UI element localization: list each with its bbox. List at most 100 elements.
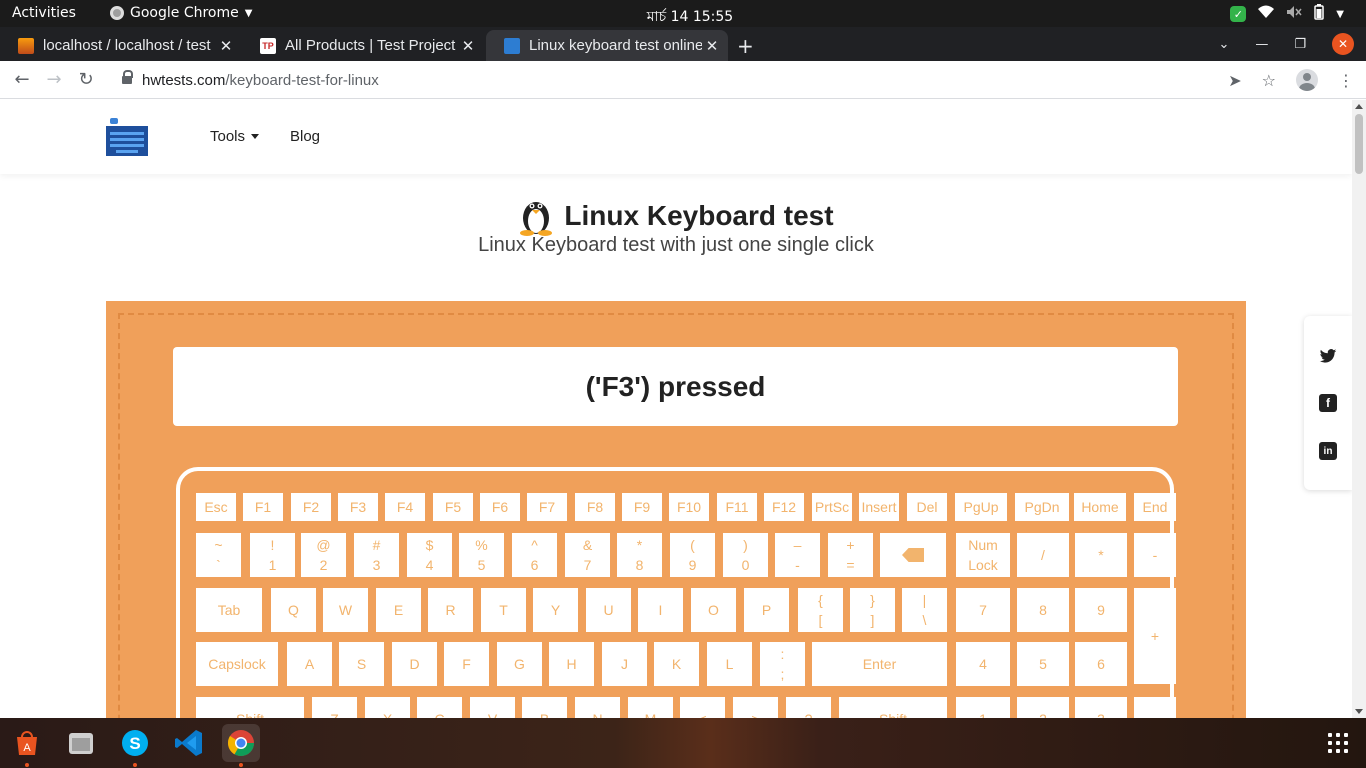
shift-right-key[interactable]: Shift: [839, 697, 947, 718]
twitter-icon[interactable]: [1319, 347, 1337, 365]
key-f11[interactable]: F11: [717, 493, 757, 521]
vscode-icon[interactable]: [170, 724, 208, 762]
activities-button[interactable]: Activities: [12, 5, 76, 21]
tab-phpmyadmin[interactable]: localhost / localhost / test ✕: [0, 30, 242, 61]
profile-avatar-icon[interactable]: [1296, 69, 1318, 91]
key-j[interactable]: J: [602, 642, 647, 686]
back-icon[interactable]: ←: [10, 68, 34, 92]
reload-icon[interactable]: ↻: [74, 68, 98, 92]
chrome-icon[interactable]: [222, 724, 260, 762]
close-window-icon[interactable]: ✕: [1332, 33, 1354, 55]
send-icon[interactable]: ➤: [1228, 71, 1241, 90]
key-esc[interactable]: Esc: [196, 493, 236, 521]
key-num-1[interactable]: ! 1: [250, 533, 295, 577]
numlock-key[interactable]: Num Lock: [956, 533, 1010, 577]
key-f4[interactable]: F4: [385, 493, 425, 521]
key-num-8[interactable]: * 8: [617, 533, 662, 577]
key-num-4[interactable]: $4: [407, 533, 452, 577]
numpad-1-key[interactable]: 1: [956, 697, 1010, 718]
key-h[interactable]: H: [549, 642, 594, 686]
numpad-9-key[interactable]: 9: [1075, 588, 1127, 632]
forward-icon[interactable]: →: [42, 68, 66, 92]
wifi-icon[interactable]: [1258, 5, 1275, 23]
numpad-8-key[interactable]: 8: [1017, 588, 1069, 632]
numpad-slash-key[interactable]: /: [1017, 533, 1069, 577]
numpad-7-key[interactable]: 7: [956, 588, 1010, 632]
key-l[interactable]: L: [707, 642, 752, 686]
key-num-3[interactable]: #3: [354, 533, 399, 577]
bracket-key-1[interactable]: }]: [850, 588, 895, 632]
key-b[interactable]: B: [522, 697, 567, 718]
key-num-11[interactable]: – -: [775, 533, 820, 577]
scroll-up-icon[interactable]: [1355, 104, 1363, 109]
site-logo-icon[interactable]: [106, 118, 148, 156]
key-pgdn[interactable]: PgDn: [1015, 493, 1069, 521]
volume-muted-icon[interactable]: [1286, 5, 1302, 23]
semicolon-key[interactable]: :;: [760, 642, 805, 686]
close-tab-icon[interactable]: ✕: [702, 37, 722, 55]
key-a[interactable]: A: [287, 642, 332, 686]
numpad-2-key[interactable]: 2: [1017, 697, 1069, 718]
shift-left-key[interactable]: Shift: [196, 697, 304, 718]
numpad-plus-key[interactable]: +: [1134, 588, 1176, 684]
new-tab-icon[interactable]: +: [737, 34, 754, 58]
key-x[interactable]: X: [365, 697, 410, 718]
facebook-icon[interactable]: f: [1319, 394, 1337, 412]
skype-icon[interactable]: S: [116, 724, 154, 762]
key-insert[interactable]: Insert: [859, 493, 899, 521]
punct-key-2[interactable]: ?: [786, 697, 831, 718]
key-del[interactable]: Del: [907, 493, 947, 521]
key-p[interactable]: P: [744, 588, 789, 632]
key-f[interactable]: F: [444, 642, 489, 686]
numpad-enter-key[interactable]: [1134, 697, 1176, 718]
key-d[interactable]: D: [392, 642, 437, 686]
app-menu[interactable]: Google Chrome ▼: [110, 5, 252, 21]
key-g[interactable]: G: [497, 642, 542, 686]
key-f12[interactable]: F12: [764, 493, 804, 521]
maximize-icon[interactable]: ❐: [1294, 37, 1306, 52]
punct-key-0[interactable]: <: [680, 697, 725, 718]
bracket-key-2[interactable]: | \: [902, 588, 947, 632]
key-s[interactable]: S: [339, 642, 384, 686]
key-q[interactable]: Q: [271, 588, 316, 632]
key-f6[interactable]: F6: [480, 493, 520, 521]
key-t[interactable]: T: [481, 588, 526, 632]
backspace-key[interactable]: [880, 533, 946, 577]
close-tab-icon[interactable]: ✕: [216, 37, 236, 55]
key-f1[interactable]: F1: [243, 493, 283, 521]
scroll-down-icon[interactable]: [1355, 709, 1363, 714]
key-num-10[interactable]: ) 0: [723, 533, 768, 577]
key-u[interactable]: U: [586, 588, 631, 632]
numpad-star-key[interactable]: *: [1075, 533, 1127, 577]
key-o[interactable]: O: [691, 588, 736, 632]
key-prtsc[interactable]: PrtSc: [812, 493, 852, 521]
key-home[interactable]: Home: [1074, 493, 1126, 521]
key-k[interactable]: K: [654, 642, 699, 686]
key-num-12[interactable]: + =: [828, 533, 873, 577]
update-icon[interactable]: ✓: [1230, 6, 1247, 22]
tab-search-icon[interactable]: ⌄: [1218, 37, 1229, 52]
clock[interactable]: মার্চ 14 15:55: [620, 5, 760, 29]
scroll-thumb[interactable]: [1355, 114, 1363, 174]
numpad-4-key[interactable]: 4: [956, 642, 1010, 686]
tab-all-products[interactable]: TP All Products | Test Project ✕: [242, 30, 484, 61]
minimize-icon[interactable]: —: [1255, 37, 1268, 52]
tab-linux-keyboard-test[interactable]: Linux keyboard test online ✕: [486, 30, 728, 61]
nav-tools-dropdown[interactable]: Tools: [210, 128, 260, 145]
key-num-5[interactable]: % 5: [459, 533, 504, 577]
key-f10[interactable]: F10: [669, 493, 709, 521]
capslock-key[interactable]: Capslock: [196, 642, 278, 686]
key-num-7[interactable]: & 7: [565, 533, 610, 577]
enter-key[interactable]: Enter: [812, 642, 947, 686]
key-m[interactable]: M: [628, 697, 673, 718]
key-f3[interactable]: F3: [338, 493, 378, 521]
nav-blog-link[interactable]: Blog: [290, 128, 320, 145]
address-bar[interactable]: hwtests.com/keyboard-test-for-linux: [108, 64, 1288, 96]
key-num-0[interactable]: ~ `: [196, 533, 241, 577]
close-tab-icon[interactable]: ✕: [458, 37, 478, 55]
key-f2[interactable]: F2: [291, 493, 331, 521]
key-w[interactable]: W: [323, 588, 368, 632]
show-apps-icon[interactable]: [1328, 733, 1348, 753]
numpad-5-key[interactable]: 5: [1017, 642, 1069, 686]
menu-kebab-icon[interactable]: ⋮: [1338, 71, 1354, 90]
